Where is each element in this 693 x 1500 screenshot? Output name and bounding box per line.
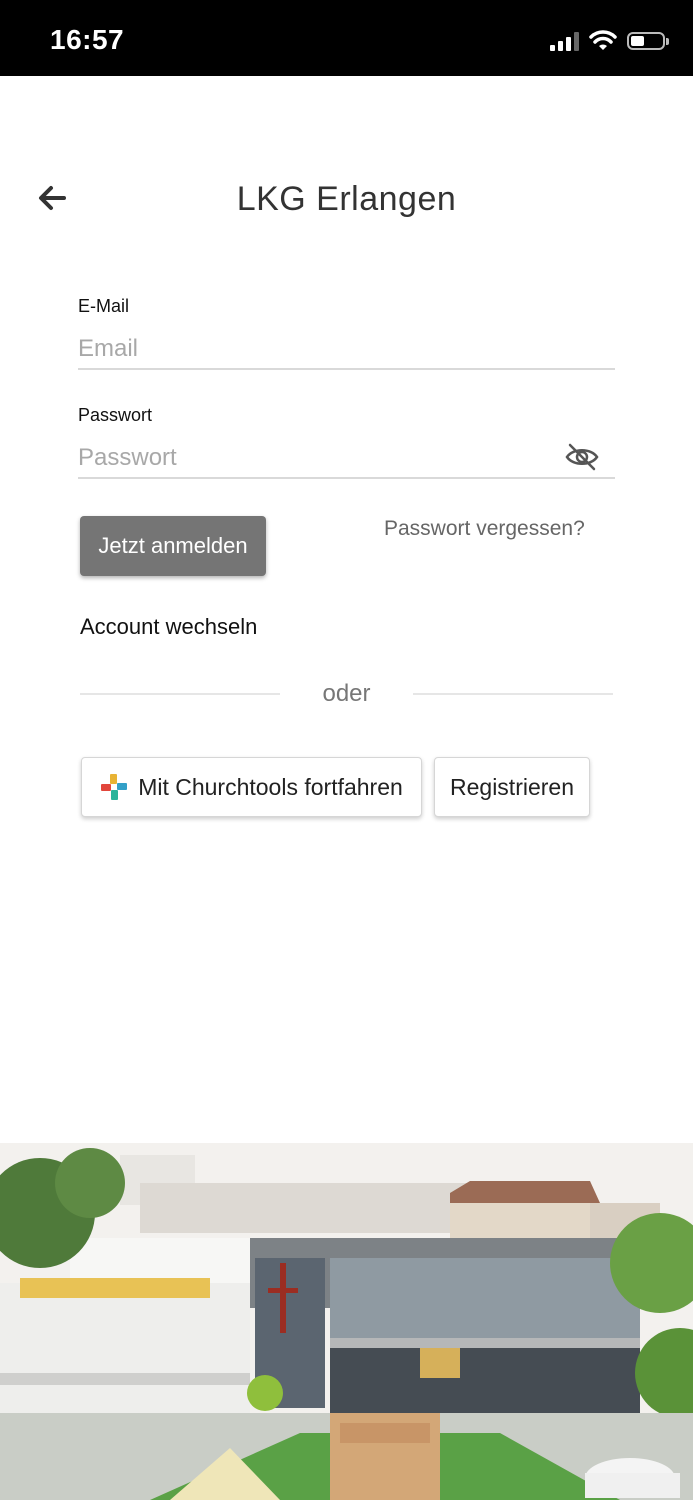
page-title: LKG Erlangen: [236, 180, 457, 218]
forgot-password-link[interactable]: Passwort vergessen?: [384, 517, 585, 541]
churchtools-button-label: Mit Churchtools fortfahren: [138, 773, 403, 800]
divider-line-right: [413, 693, 613, 695]
status-bar: 16:57: [0, 0, 693, 76]
password-input[interactable]: [78, 439, 615, 479]
battery-icon: [627, 32, 669, 50]
email-label: E-Mail: [78, 296, 130, 316]
churchtools-button[interactable]: Mit Churchtools fortfahren: [81, 757, 422, 817]
wifi-icon: [589, 30, 617, 50]
churchtools-logo-icon: [101, 774, 128, 800]
signal-icon: [550, 31, 579, 51]
status-icons: [550, 30, 669, 52]
status-time: 16:57: [50, 24, 125, 55]
switch-account-link[interactable]: Account wechseln: [80, 614, 257, 640]
login-button[interactable]: Jetzt anmelden: [80, 516, 266, 576]
email-input[interactable]: [78, 330, 615, 370]
register-button[interactable]: Registrieren: [434, 757, 590, 817]
eye-off-icon[interactable]: [564, 441, 600, 473]
password-label: Passwort: [78, 405, 153, 425]
building-photo: [0, 1143, 693, 1500]
register-button-label: Registrieren: [450, 773, 574, 800]
